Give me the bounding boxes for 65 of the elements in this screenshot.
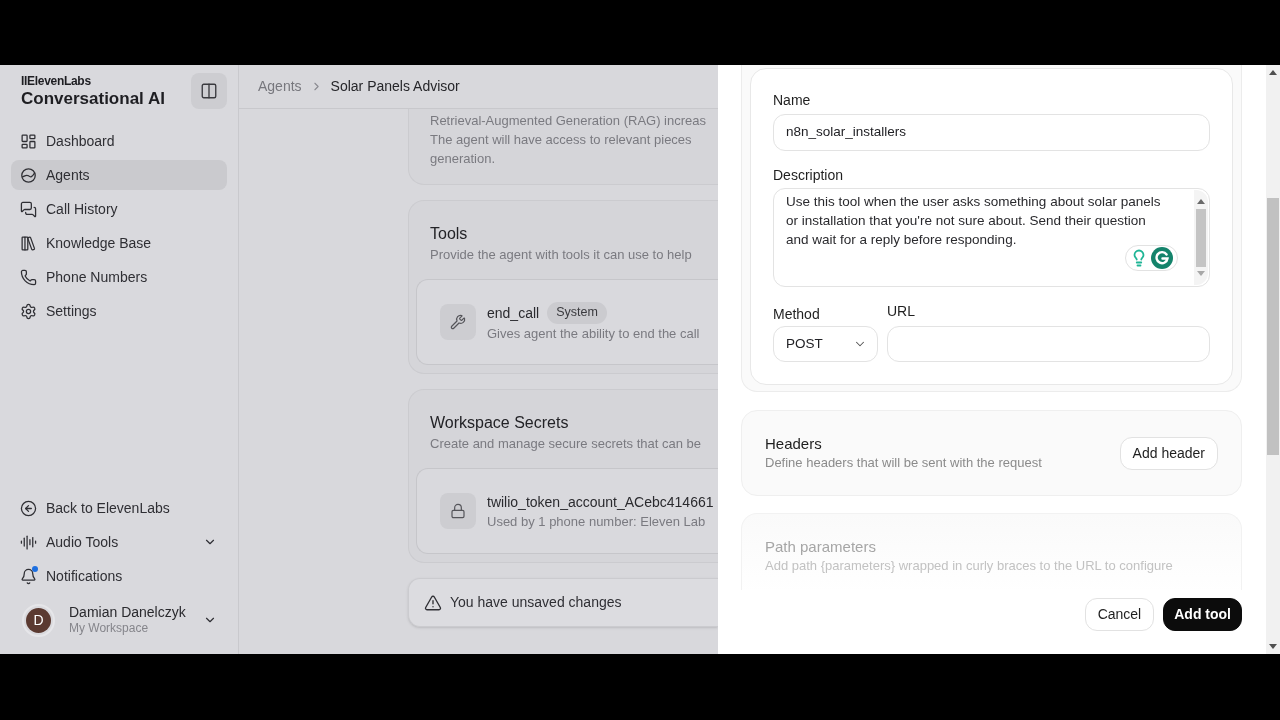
g-circle-icon xyxy=(1151,247,1173,269)
textarea-scrollbar[interactable] xyxy=(1194,190,1208,285)
field-label: Description xyxy=(773,166,845,185)
page-scrollbar[interactable] xyxy=(1266,65,1280,654)
add-header-button[interactable]: Add header xyxy=(1119,436,1218,470)
chat-bubbles-icon xyxy=(20,200,37,218)
sidebar-item[interactable]: Notifications xyxy=(11,561,227,591)
item-description: Gives agent the ability to end the call xyxy=(487,324,700,343)
user-name: Damian Danelczyk xyxy=(69,604,186,621)
item-description: Used by 1 phone number: Eleven Lab xyxy=(487,512,707,531)
system-badge: System xyxy=(547,301,607,324)
card-subtitle: Provide the agent with tools it can use to help xyxy=(430,246,693,264)
section-title: Headers xyxy=(765,434,823,454)
product-title: Conversational AI xyxy=(21,89,165,109)
item-name: twilio_token_account_ACebc414661 xyxy=(487,492,714,512)
wrench-icon xyxy=(440,304,476,340)
grid-icon xyxy=(20,132,37,150)
phone-icon xyxy=(20,268,37,286)
field-label: Method xyxy=(773,305,821,324)
settings-icon xyxy=(20,302,37,320)
panel-icon xyxy=(200,82,218,100)
description-field[interactable]: Use this tool when the user asks something about solar panels or installation that you're not sure about. Send their question and wait for a reply before responding. xyxy=(773,188,1210,287)
user-avatar: D xyxy=(22,603,55,637)
url-field[interactable] xyxy=(887,326,1210,362)
field-label: URL xyxy=(887,302,916,321)
caret-down-icon xyxy=(1197,271,1205,276)
sidebar-item[interactable]: Phone Numbers xyxy=(11,262,227,292)
circle-wave-icon xyxy=(20,166,37,184)
scrollbar-thumb[interactable] xyxy=(1267,198,1279,455)
card-title: Workspace Secrets xyxy=(430,413,570,433)
audio-wave-icon xyxy=(20,533,37,551)
books-icon xyxy=(20,234,37,252)
section-title: Path parameters xyxy=(765,537,877,557)
method-select[interactable]: POST xyxy=(773,326,878,362)
breadcrumb-link[interactable]: Solar Panels Advisor xyxy=(330,76,460,97)
warning-icon xyxy=(424,593,442,612)
sidebar-toggle-button[interactable] xyxy=(191,73,227,109)
workspace-name: My Workspace xyxy=(69,621,150,636)
cancel-button[interactable]: Cancel xyxy=(1084,598,1155,631)
name-field[interactable]: n8n_solar_installers xyxy=(773,114,1210,151)
sidebar-item[interactable]: Agents xyxy=(11,160,227,190)
item-name: end_call xyxy=(487,303,540,323)
caret-down-icon xyxy=(1269,644,1277,649)
section-description: Add path {parameters} wrapped in curly braces to the URL to configure xyxy=(765,557,1174,575)
sidebar-item[interactable]: Knowledge Base xyxy=(11,228,227,258)
sidebar-item[interactable]: Dashboard xyxy=(11,126,227,156)
add-tool-button[interactable]: Add tool xyxy=(1163,598,1242,631)
sidebar-item[interactable]: Settings xyxy=(11,296,227,326)
scrollbar-thumb[interactable] xyxy=(1196,208,1206,267)
sidebar-item[interactable]: Back to ElevenLabs xyxy=(11,493,227,523)
bell-icon xyxy=(20,567,37,585)
card-title: Tools xyxy=(430,224,469,244)
card-subtitle: Create and manage secure secrets that can be xyxy=(430,435,702,453)
section-description: Define headers that will be sent with the request xyxy=(765,454,1042,472)
writing-assistant-widget[interactable] xyxy=(1125,245,1178,271)
rag-description: Retrieval-Augmented Generation (RAG) increas The agent will have access to relevant pieces generation. xyxy=(430,112,707,168)
caret-up-icon xyxy=(1269,70,1277,75)
unsaved-message: You have unsaved changes xyxy=(450,593,622,612)
lock-icon xyxy=(440,493,476,529)
sidebar-item[interactable]: Call History xyxy=(11,194,227,224)
caret-up-icon xyxy=(1197,199,1205,204)
sidebar-item[interactable]: Audio Tools xyxy=(11,527,227,557)
user-menu[interactable]: D Damian Danelczyk My Workspace xyxy=(11,603,227,637)
field-label: Name xyxy=(773,91,812,110)
brand-logo: IIElevenLabs xyxy=(21,73,92,89)
